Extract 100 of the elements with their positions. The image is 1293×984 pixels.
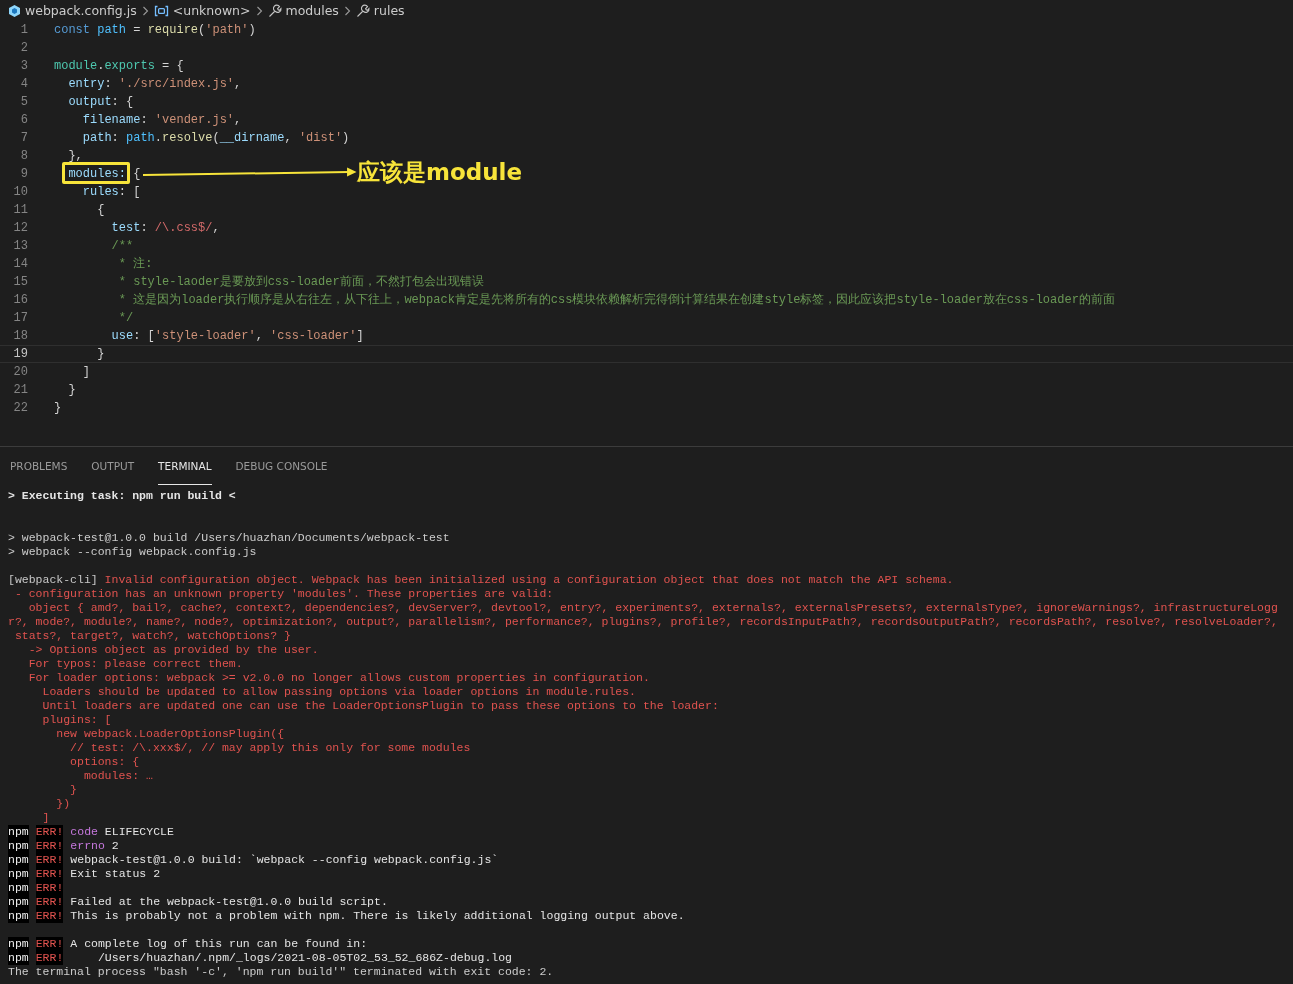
panel-tab[interactable]: OUTPUT (91, 447, 135, 485)
terminal-line: [webpack-cli] Invalid configuration object. Webpack has been initialized using a configuration object that does not match the API schema. (8, 573, 955, 587)
terminal-message: This is probably not a problem with npm. There is likely additional logging output above. (70, 909, 685, 923)
code-line: { (96, 202, 105, 219)
error-tag: ERR! (35, 951, 64, 965)
npm-label: npm (8, 825, 29, 839)
line-number: 2 (19, 40, 28, 57)
code-line: */ (117, 310, 134, 327)
code-line: module.exports = { (54, 58, 184, 75)
line-number: 8 (19, 148, 28, 165)
code-line: /** (110, 238, 134, 255)
terminal-line: // test: /\.xxx$/, // may apply this only for some modules (69, 741, 472, 755)
npm-label: npm (8, 937, 29, 951)
annotation-text: 应该是module (357, 158, 523, 187)
breadcrumb-item[interactable]: modules (267, 3, 339, 18)
terminal-line: }) (55, 797, 72, 811)
terminal-line: > Executing task: npm run build < (8, 489, 237, 503)
npm-label: npm (8, 951, 29, 965)
line-number: 13 (12, 238, 28, 255)
npm-label: npm (8, 909, 29, 923)
terminal-line: object { amd?, bail?, cache?, context?, dependencies?, devServer?, devtool?, entry?, experiments?, externals?, externalsPresets?, externalsType?, ignoreWarnings?, infrastructureLogg (27, 601, 1279, 615)
error-tag: ERR! (35, 909, 64, 923)
line-number: 5 (19, 94, 28, 111)
terminal-message: errno 2 (70, 839, 119, 853)
terminal-line: Until loaders are updated one can use the LoaderOptionsPlugin to pass these options to the loader: (41, 699, 720, 713)
line-number: 1 (19, 22, 28, 39)
terminal-line: > webpack --config webpack.config.js (8, 545, 258, 559)
line-number: 12 (12, 220, 28, 237)
terminal-line: The terminal process "bash '-c', 'npm run build'" terminated with exit code: 2. (8, 965, 555, 979)
terminal-message: webpack-test@1.0.0 build: `webpack --config webpack.config.js` (70, 853, 499, 867)
npm-label: npm (8, 895, 29, 909)
line-number: 18 (12, 328, 28, 345)
line-number: 3 (19, 58, 28, 75)
chevron-icon (343, 5, 351, 16)
panel-tab[interactable]: TERMINAL (158, 447, 212, 485)
panel-tab[interactable]: PROBLEMS (10, 447, 68, 485)
terminal-line: } (69, 783, 78, 797)
code-line: const path = require('path') (54, 22, 256, 39)
error-tag: ERR! (35, 825, 64, 839)
terminal-line: ] (41, 811, 51, 825)
line-number: 19 (12, 346, 28, 363)
line-number: 15 (12, 274, 28, 291)
code-line: modules: { (67, 166, 141, 183)
npm-label: npm (8, 881, 29, 895)
line-number: 6 (19, 112, 28, 129)
code-line: } (54, 400, 62, 417)
line-number: 20 (12, 364, 28, 381)
code-line: rules: [ (81, 184, 141, 201)
code-line: use: ['style-loader', 'css-loader'] (110, 328, 364, 345)
error-tag: ERR! (35, 881, 64, 895)
terminal-message: Exit status 2 (70, 867, 161, 881)
terminal-message: Failed at the webpack-test@1.0.0 build script. (70, 895, 388, 909)
terminal-message: code ELIFECYCLE (70, 825, 174, 839)
npm-label: npm (8, 867, 29, 881)
breadcrumb-item[interactable]: rules (355, 3, 405, 18)
wrench-icon (355, 3, 370, 18)
terminal-line: modules: … (82, 769, 154, 783)
terminal-line: stats?, target?, watch?, watchOptions? } (13, 629, 292, 643)
line-number: 17 (12, 310, 28, 327)
line-number: 22 (12, 400, 28, 417)
terminal-message: A complete log of this run can be found in: (70, 937, 368, 951)
code-line: }, (67, 148, 83, 165)
terminal-line: -> Options object as provided by the user. (27, 643, 320, 657)
terminal-line: Loaders should be updated to allow passing options via loader options in module.rules. (41, 685, 637, 699)
panel-tab[interactable]: DEBUG CONSOLE (235, 447, 328, 485)
code-line: } (96, 346, 105, 363)
breadcrumb-item[interactable]: webpack.config.js (8, 3, 137, 18)
terminal-line: For typos: please correct them. (27, 657, 244, 671)
terminal-line: > webpack-test@1.0.0 build /Users/huazhan/Documents/webpack-test (8, 531, 451, 545)
cube-icon (8, 3, 21, 18)
code-line: test: /\.css$/, (110, 220, 220, 237)
terminal-line: For loader options: webpack >= v2.0.0 no longer allows custom properties in configuration. (27, 671, 651, 685)
terminal-line: options: { (69, 755, 141, 769)
terminal-line: plugins: [ (41, 713, 113, 727)
line-number: 21 (12, 382, 28, 399)
breadcrumb-item[interactable]: <unknown> (153, 3, 251, 18)
code-line: path: path.resolve(__dirname, 'dist') (81, 130, 350, 147)
terminal-line: - configuration has an unknown property 'modules'. These properties are valid: (13, 587, 555, 601)
code-line: } (67, 382, 76, 399)
code-line: * 注: (117, 256, 153, 273)
line-number: 7 (19, 130, 28, 147)
line-number: 4 (19, 76, 28, 93)
code-line: * style-laoder是要放到css-loader前面，不然打包会出现错误 (117, 274, 484, 291)
error-tag: ERR! (35, 937, 64, 951)
code-line: output: { (67, 94, 134, 111)
line-number: 14 (12, 256, 28, 273)
code-line: entry: './src/index.js', (67, 76, 242, 93)
chevron-icon (255, 5, 263, 16)
code-line: * 这是因为loader执行顺序是从右往左，从下往上，webpack肯定是先将所有的css模块依赖解析完得倒计算结果在创建style标签，因此应该把style-loader放在css-loader的前面 (117, 292, 1115, 309)
npm-label: npm (8, 839, 29, 853)
terminal-line: new webpack.LoaderOptionsPlugin({ (55, 727, 286, 741)
terminal-line: r?, mode?, module?, name?, node?, optimization?, output?, parallelism?, performance?, plugins?, profile?, recordsInputPath?, recordsOutputPath?, recordsPath?, resolve?, resolveLoader?, (8, 615, 1279, 629)
npm-label: npm (8, 853, 29, 867)
chevron-icon (141, 5, 149, 16)
error-tag: ERR! (35, 895, 64, 909)
error-tag: ERR! (35, 867, 64, 881)
line-number: 9 (19, 166, 28, 183)
code-line: filename: 'vender.js', (81, 112, 242, 129)
line-number: 10 (12, 184, 28, 201)
symbol-icon (153, 4, 169, 17)
